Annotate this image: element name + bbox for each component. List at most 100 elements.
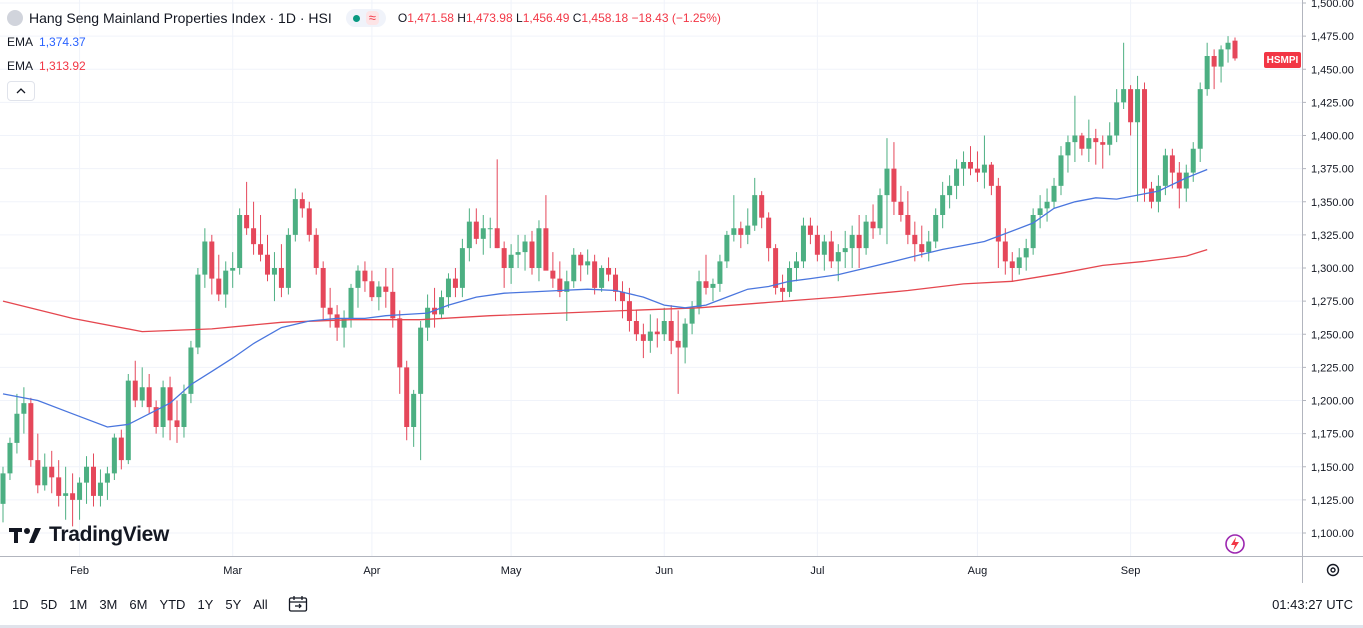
- candle-body: [264, 254, 271, 275]
- settings-gear-icon[interactable]: [1324, 561, 1342, 579]
- ema-slow-legend[interactable]: EMA 1,313.92: [7, 59, 86, 73]
- candle-body: [807, 225, 813, 235]
- candle-body: [759, 195, 765, 218]
- timeframe-ytd[interactable]: YTD: [159, 597, 185, 612]
- candle: [613, 268, 619, 302]
- candle: [146, 374, 152, 414]
- y-tick-label: 1,225.00: [1311, 362, 1354, 374]
- candle-body: [703, 281, 709, 288]
- candle-body: [397, 318, 403, 368]
- candle: [432, 287, 438, 328]
- candle-body: [905, 215, 911, 235]
- candle: [1148, 181, 1154, 209]
- candle-body: [613, 274, 619, 292]
- candle: [285, 228, 291, 295]
- candle-body: [355, 270, 361, 288]
- candle-body: [480, 228, 486, 239]
- candle-body: [28, 403, 34, 461]
- candle-body: [974, 168, 980, 173]
- candle-body: [508, 254, 514, 268]
- lightning-icon[interactable]: [1223, 532, 1247, 556]
- candle-body: [494, 228, 500, 249]
- timeframe-3m[interactable]: 3M: [99, 597, 117, 612]
- candle: [411, 389, 417, 447]
- candle: [557, 261, 563, 298]
- y-tick-label: 1,400.00: [1311, 131, 1354, 143]
- candle-body: [1058, 155, 1064, 186]
- candle: [1009, 252, 1015, 282]
- price-chart[interactable]: 1,100.00 1,125.00 1,150.00 1,175.00 1,200.00…: [0, 0, 1363, 583]
- candle: [1072, 95, 1078, 162]
- utc-clock[interactable]: 01:43:27 UTC: [1272, 597, 1353, 612]
- candle: [404, 360, 410, 441]
- candle-body: [619, 291, 625, 302]
- candle: [967, 146, 974, 176]
- x-tick-label: Jul: [810, 565, 824, 577]
- candle: [230, 252, 236, 288]
- candle: [981, 135, 987, 189]
- candle-body: [418, 327, 424, 394]
- y-tick-label: 1,250.00: [1311, 329, 1354, 341]
- candle-body: [870, 221, 876, 229]
- candle-body: [877, 195, 883, 229]
- candle: [1030, 208, 1036, 255]
- symbol-title[interactable]: Hang Seng Mainland Properties Index · 1D…: [29, 10, 332, 26]
- timeframe-all[interactable]: All: [253, 597, 267, 612]
- timeframe-1d[interactable]: 1D: [12, 597, 29, 612]
- candle-body: [954, 168, 960, 186]
- market-open-dot-icon: [352, 14, 360, 22]
- candle: [647, 314, 653, 353]
- candle: [891, 142, 897, 215]
- timeframe-1y[interactable]: 1Y: [197, 597, 213, 612]
- x-tick-label: Feb: [70, 565, 89, 577]
- candle-body: [1086, 138, 1092, 149]
- candle-body: [752, 195, 758, 226]
- candle: [592, 254, 598, 295]
- candle: [397, 310, 403, 394]
- timeframe-5y[interactable]: 5Y: [225, 597, 241, 612]
- collapse-legend-button[interactable]: [7, 81, 35, 101]
- candle: [49, 450, 55, 494]
- candle: [209, 234, 215, 295]
- candle: [244, 181, 250, 235]
- candle: [1135, 75, 1141, 202]
- chart-window: { "header": { "symbol_title": "Hang Seng…: [0, 0, 1363, 628]
- candle-body: [216, 278, 222, 295]
- candle-body: [1114, 102, 1120, 136]
- candle: [1044, 188, 1050, 222]
- candle: [1023, 238, 1029, 271]
- candle: [633, 310, 639, 341]
- timeframe-6m[interactable]: 6M: [129, 597, 147, 612]
- candle-body: [258, 244, 264, 255]
- date-range-icon[interactable]: [288, 595, 308, 613]
- candle: [1058, 146, 1064, 196]
- x-tick-label: Apr: [363, 565, 380, 577]
- candle: [926, 230, 932, 262]
- candle: [418, 321, 424, 461]
- candle: [1121, 42, 1127, 109]
- candle: [376, 281, 382, 311]
- candle-body: [1148, 188, 1154, 202]
- ema-fast-legend[interactable]: EMA 1,374.37: [7, 35, 86, 49]
- candle: [766, 212, 772, 262]
- candle-body: [97, 482, 103, 496]
- y-tick-label: 1,450.00: [1311, 64, 1354, 76]
- candle: [947, 175, 953, 209]
- candle: [63, 466, 69, 520]
- timeframe-5d[interactable]: 5D: [41, 597, 58, 612]
- candle: [1128, 85, 1134, 136]
- grid-lines: [0, 0, 1302, 556]
- market-status-pill[interactable]: ≈: [345, 9, 386, 27]
- candle: [111, 433, 117, 480]
- open-value: 1,471.58: [407, 11, 454, 25]
- timeframe-1m[interactable]: 1M: [69, 597, 87, 612]
- candle: [543, 195, 549, 271]
- tradingview-logo[interactable]: TradingView: [9, 523, 169, 547]
- candle: [160, 380, 166, 438]
- candle-body: [898, 201, 904, 215]
- candle: [717, 254, 723, 292]
- candle-body: [84, 466, 90, 483]
- y-tick-label: 1,325.00: [1311, 230, 1354, 242]
- candle: [188, 340, 194, 404]
- candle-body: [459, 248, 465, 288]
